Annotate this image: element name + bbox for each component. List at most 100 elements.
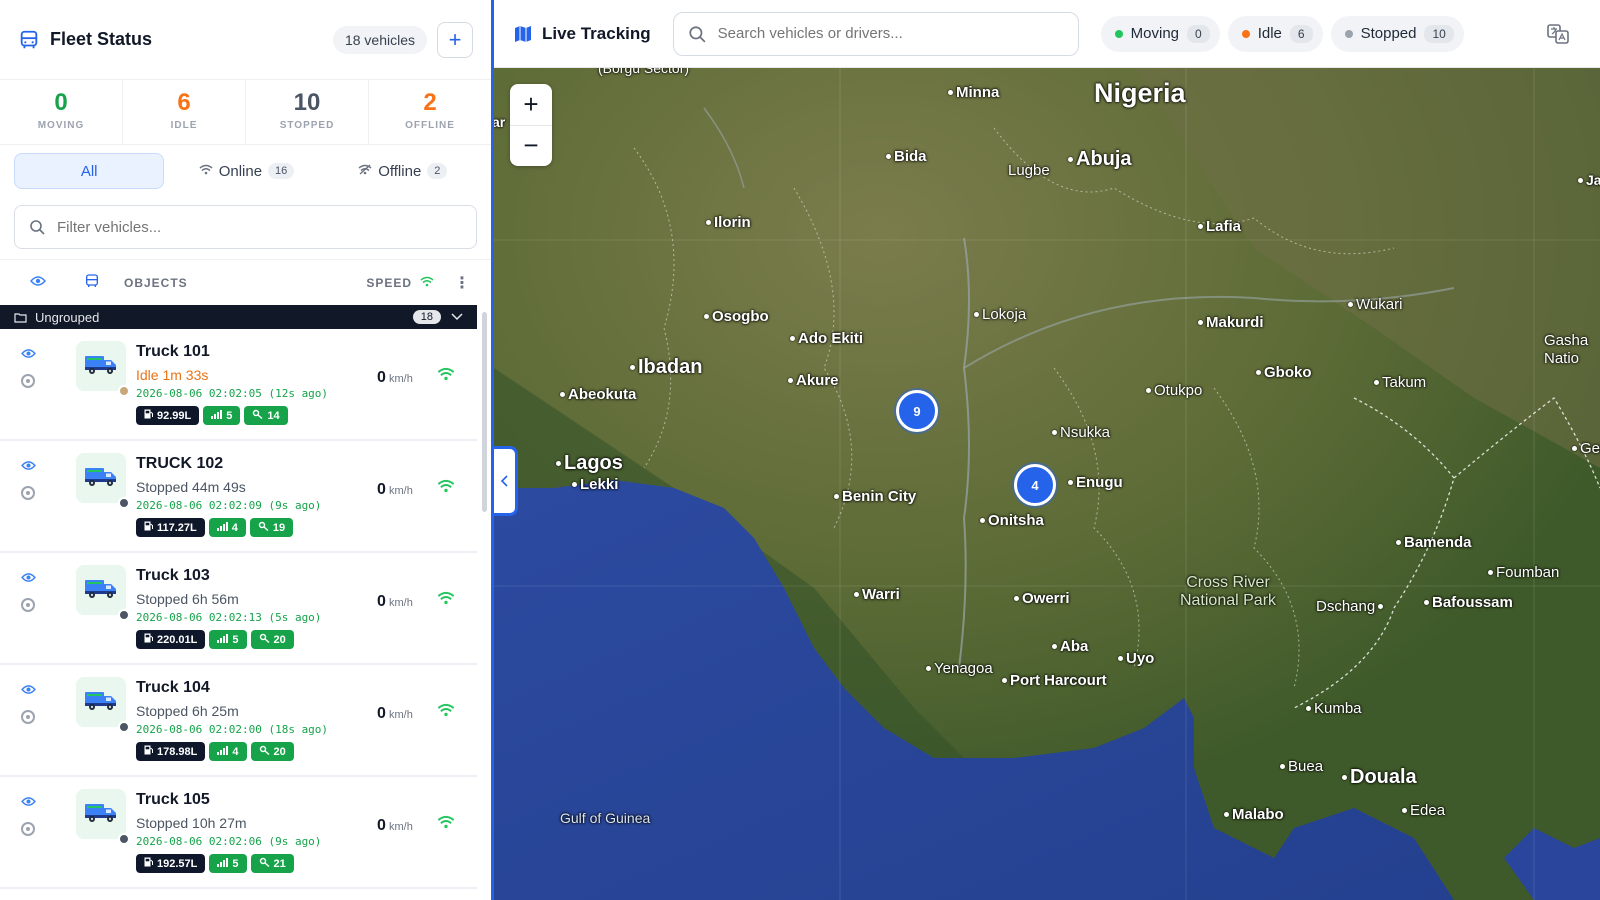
live-tracking-title: Live Tracking (542, 23, 651, 43)
city-dot (948, 90, 953, 95)
pill-idle-count: 6 (1289, 24, 1313, 43)
map-label-osogbo-text: Osogbo (712, 308, 769, 325)
visibility-eye-icon[interactable] (20, 683, 36, 698)
connection-wifi-icon (437, 591, 477, 663)
signal-icon (216, 521, 228, 534)
vehicle-row[interactable]: Truck 104 Stopped 6h 25m 2026-08-06 02:02:… (0, 665, 477, 777)
chevron-left-icon (500, 475, 508, 487)
stat-stopped[interactable]: 10 STOPPED (246, 80, 369, 144)
vehicle-search-input[interactable] (717, 25, 1064, 42)
locate-target-icon[interactable] (21, 486, 35, 500)
add-vehicle-button[interactable]: + (437, 21, 473, 58)
status-summary: 0 MOVING 6 IDLE 10 STOPPED 2 OFFLINE (0, 80, 491, 145)
city-dot (1118, 656, 1123, 661)
visibility-eye-icon[interactable] (20, 795, 36, 810)
vehicle-row[interactable]: Truck 101 Idle 1m 33s 2026-08-06 02:02:05 … (0, 329, 477, 441)
visibility-eye-icon[interactable] (20, 347, 36, 362)
vehicle-row[interactable]: Truck 105 Stopped 10h 27m 2026-08-06 02:02… (0, 777, 477, 889)
vehicle-status-dot (118, 609, 130, 621)
fuel-chip: 92.99L (136, 406, 200, 425)
map-label-bamenda: Bamenda (1396, 534, 1472, 551)
stat-offline[interactable]: 2 OFFLINE (369, 80, 491, 144)
map-label-akure-text: Akure (796, 372, 839, 389)
locate-target-icon[interactable] (21, 374, 35, 388)
pill-stopped-count: 10 (1424, 24, 1454, 43)
speed-value: 0 (377, 369, 386, 386)
map-label-edea-text: Edea (1410, 802, 1446, 819)
translate-icon[interactable] (1546, 22, 1570, 46)
search-icon (689, 25, 706, 42)
speed-value: 0 (377, 481, 386, 498)
locate-target-icon[interactable] (21, 822, 35, 836)
filter-vehicles-input[interactable] (57, 218, 462, 236)
map-label-uyo: Uyo (1118, 650, 1154, 667)
zoom-out-button[interactable]: − (510, 126, 552, 167)
stat-moving[interactable]: 0 MOVING (0, 80, 123, 144)
locate-target-icon[interactable] (21, 710, 35, 724)
truck-icon (84, 465, 118, 492)
city-dot (1052, 644, 1057, 649)
city-dot (1198, 320, 1203, 325)
map-label-abuja: Abuja (1068, 148, 1132, 171)
vehicle-last-update: 2026-08-06 02:02:09 (9s ago) (136, 499, 322, 512)
filter-pill-moving[interactable]: Moving 0 (1100, 15, 1220, 52)
satellite-value: 20 (273, 745, 286, 758)
list-scrollbar[interactable] (482, 312, 487, 512)
map-label-malabo: Malabo (1224, 806, 1284, 823)
chevron-down-icon[interactable] (451, 313, 463, 321)
vehicle-status-dot (118, 497, 130, 509)
vehicle-telemetry-chips: 192.57L 5 21 (136, 854, 377, 873)
map-view[interactable]: + − (Borgu Sector) ar Nigeria Minna Bida… (494, 68, 1600, 900)
collapse-sidebar-handle[interactable] (494, 446, 518, 516)
map-label-nsukka: Nsukka (1052, 424, 1110, 441)
fuel-chip: 178.98L (136, 742, 206, 761)
tab-all[interactable]: All (14, 153, 165, 189)
vehicle-info: Truck 104 Stopped 6h 25m 2026-08-06 02:02:… (136, 677, 377, 775)
map-label-ar: ar (494, 114, 506, 130)
eye-icon[interactable] (30, 275, 46, 290)
speed-value: 0 (377, 705, 386, 722)
vehicle-row[interactable]: Truck 103 Stopped 6h 56m 2026-08-06 02:02:… (0, 553, 477, 665)
stat-idle[interactable]: 6 IDLE (123, 80, 246, 144)
map-label-enugu: Enugu (1068, 474, 1123, 491)
map-label-lekki-text: Lekki (580, 476, 619, 493)
city-dot (1378, 604, 1384, 609)
vehicle-last-update: 2026-08-06 02:02:00 (18s ago) (136, 723, 329, 736)
truck-avatar (76, 341, 130, 397)
visibility-eye-icon[interactable] (20, 571, 36, 586)
truck-icon (84, 577, 118, 604)
vehicle-status: Idle 1m 33s (136, 367, 209, 383)
signal-icon (217, 745, 229, 758)
more-options-icon[interactable]: ⋮ (454, 273, 471, 293)
search-icon (30, 220, 45, 235)
group-header-ungrouped[interactable]: Ungrouped 18 (0, 305, 477, 329)
truck-avatar (76, 677, 130, 733)
zoom-in-button[interactable]: + (510, 84, 552, 126)
tab-offline[interactable]: Offline 2 (329, 153, 477, 189)
vehicle-cluster-marker[interactable]: 4 (1014, 464, 1056, 506)
wifi-column-icon (420, 276, 434, 290)
vehicle-last-update: 2026-08-06 02:02:05 (12s ago) (136, 387, 329, 400)
signal-chip: 4 (209, 742, 247, 761)
filter-pill-stopped[interactable]: Stopped 10 (1330, 15, 1464, 52)
truck-icon (84, 353, 118, 380)
moving-status-dot (1114, 29, 1123, 38)
map-label-wukari-text: Wukari (1356, 296, 1403, 313)
filter-pill-idle[interactable]: Idle 6 (1227, 15, 1323, 52)
tab-online[interactable]: Online 16 (172, 153, 320, 189)
map-label-makurdi-text: Makurdi (1206, 314, 1264, 331)
vehicle-name: Truck 103 (136, 567, 210, 584)
speed-column-label[interactable]: SPEED (366, 276, 412, 290)
city-dot (1198, 224, 1203, 229)
vehicle-speed: 0 km/h (377, 817, 437, 887)
satellite-chip: 21 (250, 854, 294, 873)
visibility-eye-icon[interactable] (20, 459, 36, 474)
vehicle-row-controls (0, 565, 40, 663)
vehicle-speed: 0 km/h (377, 593, 437, 663)
stat-moving-label: MOVING (37, 120, 85, 131)
vehicle-cluster-marker[interactable]: 9 (896, 390, 938, 432)
tab-offline-label: Offline (378, 162, 422, 180)
satellite-value: 20 (273, 633, 286, 646)
locate-target-icon[interactable] (21, 598, 35, 612)
vehicle-row[interactable]: TRUCK 102 Stopped 44m 49s 2026-08-06 02:02… (0, 441, 477, 553)
